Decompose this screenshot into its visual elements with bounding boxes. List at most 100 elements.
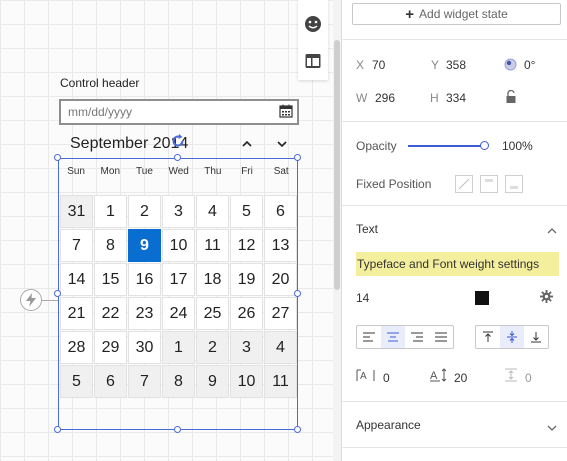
emoji-icon[interactable] bbox=[303, 14, 323, 34]
date-input[interactable]: mm/dd/yyyy bbox=[59, 99, 299, 125]
appearance-section-title[interactable]: Appearance bbox=[356, 418, 421, 432]
resize-handle-bottom[interactable] bbox=[174, 426, 181, 433]
x-label: X bbox=[356, 58, 365, 72]
design-canvas[interactable]: Control header mm/dd/yyyy September 2014… bbox=[0, 0, 341, 461]
calendar-day[interactable]: 11 bbox=[264, 365, 297, 398]
w-value-field[interactable]: 296 bbox=[375, 91, 395, 105]
fixed-position-bottom-icon[interactable] bbox=[505, 175, 523, 193]
canvas-scrollbar[interactable] bbox=[333, 0, 341, 461]
text-section-title[interactable]: Text bbox=[356, 222, 378, 236]
calendar-day[interactable]: 3 bbox=[230, 331, 263, 364]
unlock-aspect-icon[interactable] bbox=[505, 89, 517, 107]
calendar-day[interactable]: 27 bbox=[264, 297, 297, 330]
calendar-day[interactable]: 8 bbox=[162, 365, 195, 398]
calendar-widget[interactable]: Sun Mon Tue Wed Thu Fri Sat 31 1 2 3 4 5 6 7 8 9 10 11 12 1… bbox=[58, 158, 298, 430]
divider bbox=[342, 205, 567, 206]
paragraph-spacing-icon bbox=[504, 368, 518, 385]
calendar-day[interactable]: 10 bbox=[162, 229, 195, 262]
calendar-day[interactable]: 25 bbox=[196, 297, 229, 330]
align-justify-icon[interactable] bbox=[429, 326, 453, 348]
fixed-position-none-icon[interactable] bbox=[455, 175, 473, 193]
align-middle-icon[interactable] bbox=[500, 326, 524, 348]
y-value-field[interactable]: 358 bbox=[446, 58, 466, 72]
calendar-day[interactable]: 17 bbox=[162, 263, 195, 296]
calendar-day[interactable]: 1 bbox=[162, 331, 195, 364]
calendar-day[interactable]: 7 bbox=[60, 229, 93, 262]
align-right-icon[interactable] bbox=[405, 326, 429, 348]
calendar-day[interactable]: 14 bbox=[60, 263, 93, 296]
calendar-day[interactable]: 28 bbox=[60, 331, 93, 364]
rotate-handle-icon[interactable] bbox=[170, 133, 186, 152]
calendar-day[interactable]: 6 bbox=[264, 195, 297, 228]
rotation-icon bbox=[504, 58, 517, 74]
align-top-icon[interactable] bbox=[476, 326, 500, 348]
calendar-day[interactable]: 5 bbox=[60, 365, 93, 398]
opacity-slider-thumb[interactable] bbox=[480, 141, 489, 150]
calendar-day[interactable]: 30 bbox=[128, 331, 161, 364]
calendar-day[interactable]: 12 bbox=[230, 229, 263, 262]
calendar-day[interactable]: 24 bbox=[162, 297, 195, 330]
align-center-icon[interactable] bbox=[381, 326, 405, 348]
next-month-chevron-icon[interactable] bbox=[275, 138, 289, 152]
calendar-icon[interactable] bbox=[279, 104, 293, 121]
calendar-day[interactable]: 1 bbox=[94, 195, 127, 228]
scrollbar-thumb[interactable] bbox=[334, 40, 340, 290]
calendar-day[interactable]: 22 bbox=[94, 297, 127, 330]
calendar-day[interactable]: 9 bbox=[196, 365, 229, 398]
resize-handle-bottom-left[interactable] bbox=[54, 426, 61, 433]
opacity-slider-track[interactable] bbox=[408, 145, 484, 147]
calendar-day[interactable]: 3 bbox=[162, 195, 195, 228]
resize-handle-top[interactable] bbox=[174, 154, 181, 161]
interaction-lightning-icon[interactable] bbox=[20, 289, 42, 311]
calendar-day[interactable]: 10 bbox=[230, 365, 263, 398]
h-label: H bbox=[430, 91, 439, 105]
divider bbox=[342, 39, 567, 40]
calendar-day[interactable]: 31 bbox=[60, 195, 93, 228]
y-label: Y bbox=[431, 58, 440, 72]
line-height-field[interactable]: 20 bbox=[454, 371, 467, 385]
calendar-day[interactable]: 21 bbox=[60, 297, 93, 330]
calendar-day[interactable]: 26 bbox=[230, 297, 263, 330]
resize-handle-bottom-right[interactable] bbox=[294, 426, 301, 433]
paragraph-spacing-field[interactable]: 0 bbox=[525, 371, 532, 385]
align-bottom-icon[interactable] bbox=[524, 326, 548, 348]
layout-template-icon[interactable] bbox=[303, 51, 323, 71]
previous-month-chevron-icon[interactable] bbox=[240, 138, 254, 152]
calendar-day[interactable]: 5 bbox=[230, 195, 263, 228]
font-size-field[interactable]: 14 bbox=[356, 291, 369, 305]
calendar-day[interactable]: 19 bbox=[230, 263, 263, 296]
calendar-day[interactable]: 20 bbox=[264, 263, 297, 296]
add-widget-state-button[interactable]: + Add widget state bbox=[352, 3, 561, 25]
fixed-position-top-icon[interactable] bbox=[480, 175, 498, 193]
calendar-day[interactable]: 2 bbox=[128, 195, 161, 228]
calendar-day[interactable]: 23 bbox=[128, 297, 161, 330]
calendar-day[interactable]: 16 bbox=[128, 263, 161, 296]
h-value-field[interactable]: 334 bbox=[446, 91, 466, 105]
resize-handle-right[interactable] bbox=[294, 290, 301, 297]
opacity-value-field[interactable]: 100% bbox=[502, 139, 533, 153]
calendar-day[interactable]: 6 bbox=[94, 365, 127, 398]
calendar-day[interactable]: 18 bbox=[196, 263, 229, 296]
collapse-chevron-up-icon[interactable] bbox=[547, 224, 557, 238]
calendar-day[interactable]: 4 bbox=[196, 195, 229, 228]
resize-handle-left[interactable] bbox=[54, 290, 61, 297]
resize-handle-top-left[interactable] bbox=[54, 154, 61, 161]
character-spacing-field[interactable]: 0 bbox=[383, 371, 390, 385]
calendar-day[interactable]: 4 bbox=[264, 331, 297, 364]
x-value-field[interactable]: 70 bbox=[372, 58, 385, 72]
typeface-font-weight-field[interactable]: Typeface and Font weight settings bbox=[356, 252, 559, 276]
calendar-day[interactable]: 2 bbox=[196, 331, 229, 364]
calendar-day[interactable]: 7 bbox=[128, 365, 161, 398]
resize-handle-top-right[interactable] bbox=[294, 154, 301, 161]
rotation-value-field[interactable]: 0° bbox=[524, 58, 535, 72]
calendar-day[interactable]: 29 bbox=[94, 331, 127, 364]
calendar-day-selected[interactable]: 9 bbox=[128, 229, 161, 262]
calendar-day[interactable]: 15 bbox=[94, 263, 127, 296]
align-left-icon[interactable] bbox=[357, 326, 381, 348]
calendar-day[interactable]: 13 bbox=[264, 229, 297, 262]
calendar-day[interactable]: 8 bbox=[94, 229, 127, 262]
gear-icon[interactable] bbox=[540, 290, 553, 306]
calendar-day[interactable]: 11 bbox=[196, 229, 229, 262]
expand-chevron-down-icon[interactable] bbox=[547, 421, 557, 435]
text-color-swatch[interactable] bbox=[475, 291, 489, 305]
